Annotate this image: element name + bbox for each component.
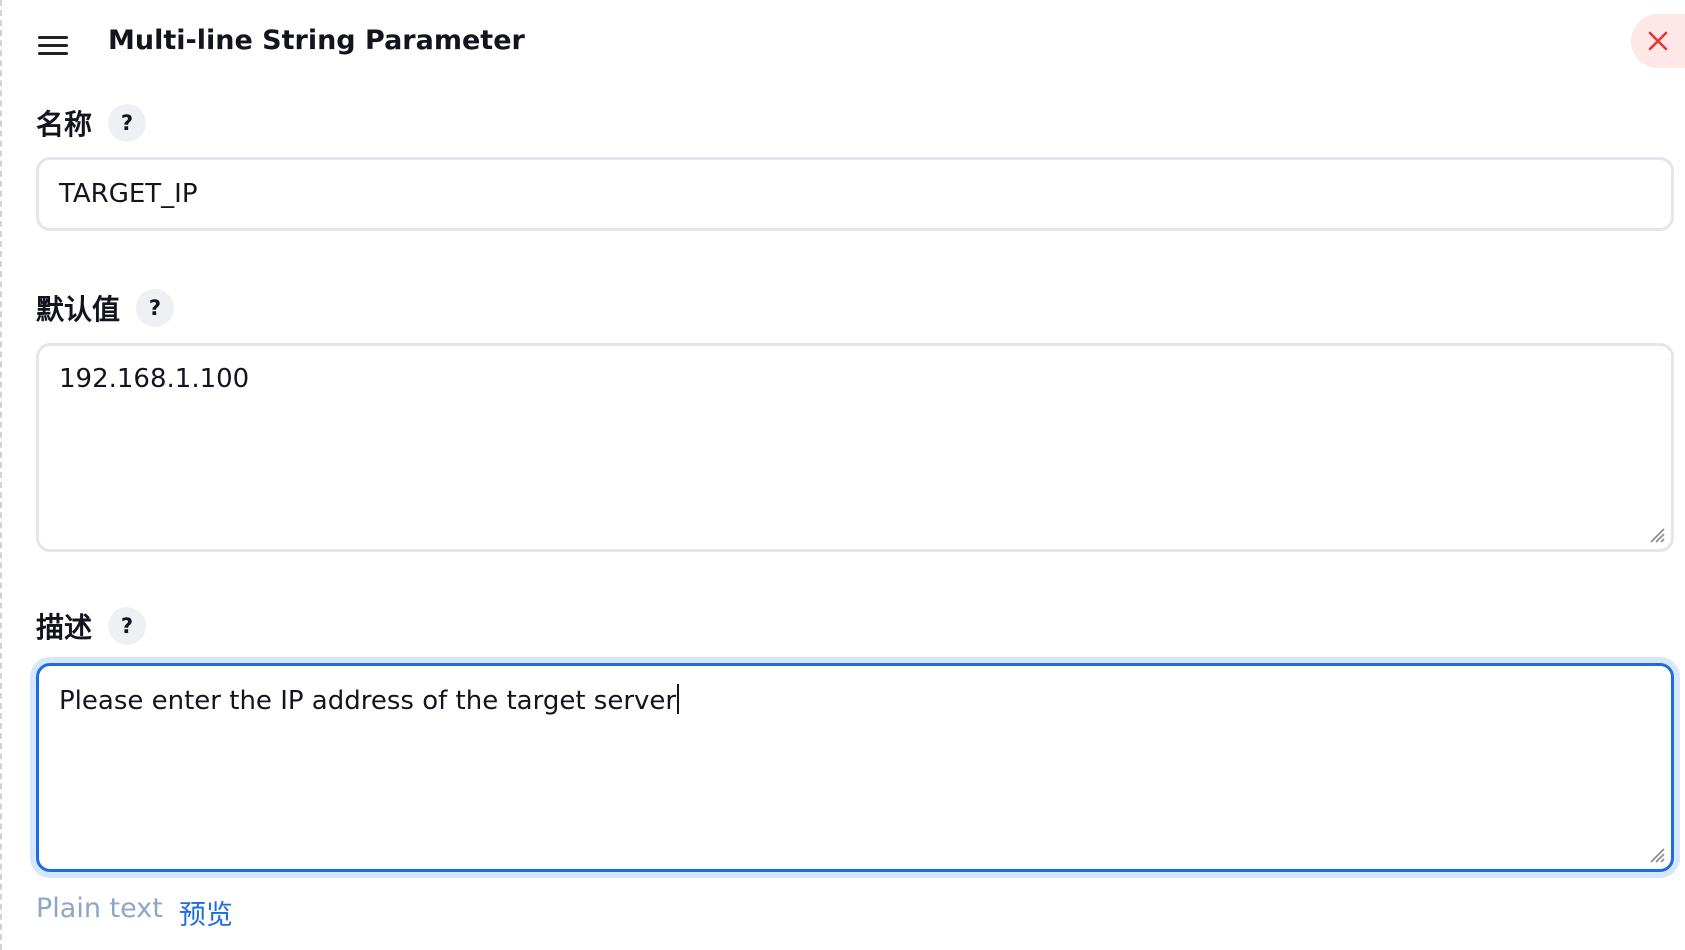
description-label-row: 描述 ? [36,606,147,646]
name-help-button[interactable]: ? [108,104,147,142]
section-divider [0,0,2,950]
text-cursor [677,684,680,714]
description-label: 描述 [36,611,93,644]
section-title: Multi-line String Parameter [108,25,525,56]
description-text: Please enter the IP address of the targe… [59,686,677,716]
panel-header: Multi-line String Parameter [36,14,1685,74]
name-input[interactable]: TARGET_IP [36,157,1674,231]
plain-text-link[interactable]: Plain text [36,893,163,932]
hamburger-icon[interactable] [36,36,68,56]
multiline-string-parameter-panel: Multi-line String Parameter 名称 ? TARGET_… [0,0,1685,950]
default-value-text: 192.168.1.100 [59,364,250,394]
default-value-label-row: 默认值 ? [36,288,175,328]
description-help-button[interactable]: ? [108,607,147,645]
description-textarea[interactable]: Please enter the IP address of the targe… [36,663,1674,872]
default-value-help-button[interactable]: ? [136,289,175,327]
resize-grip-icon[interactable] [1647,525,1665,543]
name-label-row: 名称 ? [36,103,147,143]
name-label: 名称 [36,108,93,141]
resize-grip-icon[interactable] [1647,845,1665,863]
close-icon [1648,31,1668,51]
default-value-label: 默认值 [36,293,121,326]
preview-toggle: Plain text 预览 [36,893,233,932]
preview-link[interactable]: 预览 [179,893,233,932]
default-value-textarea[interactable]: 192.168.1.100 [36,343,1674,552]
close-button[interactable] [1631,14,1685,68]
